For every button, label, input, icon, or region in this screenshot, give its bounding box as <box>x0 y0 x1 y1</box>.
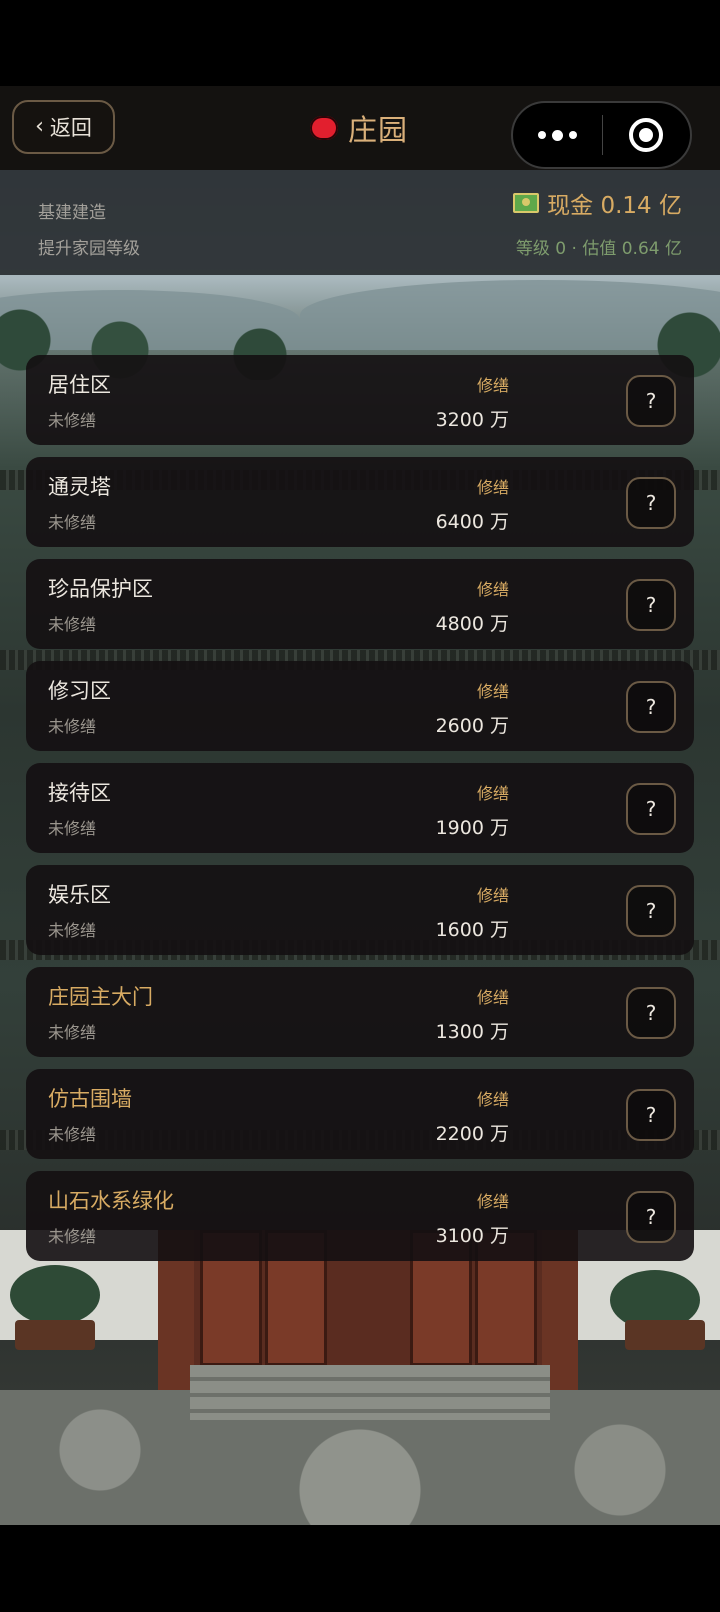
repair-cost: 3200 万 <box>435 409 509 431</box>
building-name: 庄园主大门 <box>48 985 153 1009</box>
building-name: 珍品保护区 <box>48 577 153 601</box>
building-name: 通灵塔 <box>48 475 111 499</box>
building-card: 庄园主大门 未修缮 修缮 1300 万 ? <box>26 967 694 1057</box>
page-title: 庄园 <box>310 108 408 148</box>
help-button[interactable]: ? <box>626 1191 676 1243</box>
more-dots-icon[interactable] <box>513 129 602 141</box>
repair-cost: 3100 万 <box>435 1225 509 1247</box>
repair-button[interactable]: 修缮 <box>477 1188 509 1212</box>
repair-cost: 1600 万 <box>435 919 509 941</box>
building-card: 山石水系绿化 未修缮 修缮 3100 万 ? <box>26 1171 694 1261</box>
help-button[interactable]: ? <box>626 477 676 529</box>
building-name: 居住区 <box>48 373 111 397</box>
repair-button[interactable]: 修缮 <box>477 576 509 600</box>
repair-button[interactable]: 修缮 <box>477 780 509 804</box>
building-status: 未修缮 <box>48 1227 97 1246</box>
info-subtitle-upgrade: 提升家园等级 <box>38 239 140 259</box>
back-button[interactable]: ‹ 返回 <box>12 100 115 154</box>
building-status: 未修缮 <box>48 717 97 736</box>
building-card: 仿古围墙 未修缮 修缮 2200 万 ? <box>26 1069 694 1159</box>
page-title-text: 庄园 <box>348 113 409 147</box>
repair-button[interactable]: 修缮 <box>477 678 509 702</box>
repair-button[interactable]: 修缮 <box>477 474 509 498</box>
building-status: 未修缮 <box>48 819 97 838</box>
help-button[interactable]: ? <box>626 1089 676 1141</box>
help-button[interactable]: ? <box>626 681 676 733</box>
building-status: 未修缮 <box>48 1023 97 1042</box>
building-card: 通灵塔 未修缮 修缮 6400 万 ? <box>26 457 694 547</box>
help-button[interactable]: ? <box>626 987 676 1039</box>
building-name: 山石水系绿化 <box>48 1189 174 1213</box>
chevron-left-icon: ‹ <box>35 114 44 139</box>
repair-cost: 2200 万 <box>435 1123 509 1145</box>
help-button[interactable]: ? <box>626 375 676 427</box>
help-button[interactable]: ? <box>626 783 676 835</box>
cash-icon <box>513 193 540 213</box>
repair-cost: 6400 万 <box>435 511 509 533</box>
info-subtitle-build: 基建建造 <box>38 203 106 223</box>
repair-cost: 4800 万 <box>435 613 509 635</box>
building-name: 修习区 <box>48 679 111 703</box>
building-card: 接待区 未修缮 修缮 1900 万 ? <box>26 763 694 853</box>
cash-text: 现金 0.14 亿 <box>547 193 682 219</box>
building-card: 居住区 未修缮 修缮 3200 万 ? <box>26 355 694 445</box>
back-label: 返回 <box>49 116 92 140</box>
bottom-black-area <box>0 1525 720 1612</box>
building-status: 未修缮 <box>48 411 97 430</box>
building-name: 娱乐区 <box>48 883 111 907</box>
building-status: 未修缮 <box>48 513 97 532</box>
red-dot-icon <box>310 116 338 140</box>
repair-button[interactable]: 修缮 <box>477 984 509 1008</box>
building-card: 修习区 未修缮 修缮 2600 万 ? <box>26 661 694 751</box>
help-button[interactable]: ? <box>626 579 676 631</box>
building-name: 仿古围墙 <box>48 1087 132 1111</box>
building-status: 未修缮 <box>48 615 97 634</box>
building-card: 娱乐区 未修缮 修缮 1600 万 ? <box>26 865 694 955</box>
status-bar-area <box>0 0 720 86</box>
help-button[interactable]: ? <box>626 885 676 937</box>
repair-cost: 2600 万 <box>435 715 509 737</box>
repair-cost: 1900 万 <box>435 817 509 839</box>
repair-button[interactable]: 修缮 <box>477 882 509 906</box>
repair-cost: 1300 万 <box>435 1021 509 1043</box>
cash-display: 现金 0.14 亿 <box>513 186 682 220</box>
level-valuation-text: 等级 0 · 估值 0.64 亿 <box>515 239 682 259</box>
building-list: 居住区 未修缮 修缮 3200 万 ? 通灵塔 未修缮 修缮 6400 万 ? … <box>26 355 694 1273</box>
repair-button[interactable]: 修缮 <box>477 372 509 396</box>
miniprogram-capsule <box>511 101 692 169</box>
building-name: 接待区 <box>48 781 111 805</box>
building-status: 未修缮 <box>48 921 97 940</box>
building-status: 未修缮 <box>48 1125 97 1144</box>
target-close-icon[interactable] <box>603 118 690 152</box>
repair-button[interactable]: 修缮 <box>477 1086 509 1110</box>
building-card: 珍品保护区 未修缮 修缮 4800 万 ? <box>26 559 694 649</box>
